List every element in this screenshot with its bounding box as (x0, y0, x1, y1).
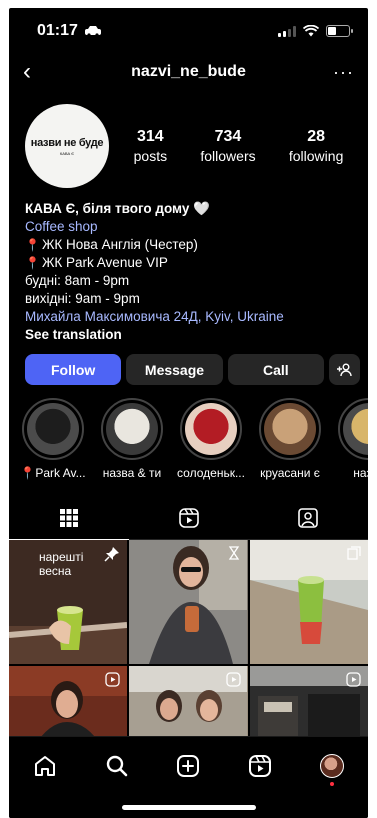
following-count: 28 (307, 128, 326, 145)
highlight-label: назва & ти (102, 466, 162, 480)
reels-icon (178, 507, 199, 528)
reel-icon (105, 672, 120, 687)
wifi-icon (303, 25, 319, 37)
bio-weekday-hours: будні: 8am - 9pm (25, 273, 130, 288)
profile-name: КАВА Є, біля твого дому 🤍 (25, 201, 210, 216)
bottom-navigation (9, 736, 368, 818)
add-person-button[interactable] (328, 354, 360, 385)
nav-profile[interactable] (317, 751, 347, 786)
nav-home[interactable] (30, 751, 60, 781)
back-icon[interactable]: ‹ (23, 60, 47, 84)
notification-dot (330, 782, 335, 786)
reels-icon (249, 755, 272, 777)
message-button[interactable]: Message (126, 354, 223, 385)
nav-search[interactable] (102, 751, 132, 781)
home-icon (34, 756, 55, 776)
posts-label: posts (133, 148, 168, 164)
highlight-label: назва (353, 466, 368, 480)
reel-icon (346, 672, 361, 687)
status-bar: 01:17 (9, 8, 368, 54)
tab-reels[interactable] (129, 496, 249, 539)
story-highlight[interactable]: назва & ти (100, 398, 164, 480)
profile-avatar[interactable]: назви не буде КАВА Є (25, 104, 109, 188)
highlight-cover (27, 403, 79, 455)
signal-icon (278, 25, 296, 37)
story-highlight[interactable]: круасани є (258, 398, 322, 480)
highlight-cover (106, 403, 158, 455)
search-icon (106, 755, 127, 777)
clip-icon (228, 546, 239, 560)
car-icon (84, 26, 101, 37)
nav-reels[interactable] (245, 751, 275, 781)
nav-create[interactable] (173, 751, 203, 781)
story-highlight[interactable]: солоденьк... (177, 398, 245, 480)
reel-icon (226, 672, 241, 687)
clock: 01:17 (37, 22, 78, 39)
grid-icon (59, 508, 78, 527)
see-translation-link[interactable]: See translation (25, 326, 352, 344)
story-highlight[interactable]: 📍Park Av... (20, 398, 86, 480)
highlight-label: 📍Park Av... (20, 466, 86, 480)
drink-illustration (9, 606, 127, 664)
highlight-ring (101, 398, 163, 460)
stat-posts[interactable]: 314 posts (134, 128, 167, 164)
highlight-ring (180, 398, 242, 460)
status-icons (278, 25, 353, 37)
followers-count: 734 (214, 128, 242, 145)
status-time: 01:17 (37, 22, 102, 40)
bio-location-2: ЖК Park Avenue VIP (41, 255, 168, 270)
followers-label: followers (200, 148, 256, 164)
highlight-ring (338, 398, 368, 460)
story-highlight[interactable]: назва (337, 398, 368, 480)
story-highlights: 📍Park Av... назва & ти солоденьк... круасан… (9, 385, 368, 480)
more-icon[interactable]: ··· (333, 62, 354, 83)
profile-bio: КАВА Є, біля твого дому 🤍 Coffee shop 📍 Ж… (9, 188, 368, 344)
avatar-logo-subtext: КАВА Є (59, 150, 75, 156)
tagged-icon (298, 507, 318, 528)
post-thumbnail[interactable]: нарешті весна (9, 540, 128, 664)
highlight-cover (264, 403, 316, 455)
phone-screen: 01:17 ‹ nazvi_ne_bude ··· назви не буде … (9, 8, 368, 818)
follow-button[interactable]: Follow (25, 354, 122, 385)
bio-line: 📍 ЖК Park Avenue VIP (25, 254, 352, 272)
posts-count: 314 (137, 128, 164, 145)
profile-summary: назви не буде КАВА Є 314 posts 734 follo… (9, 90, 368, 188)
home-indicator (121, 805, 256, 810)
posts-grid: нарешті весна (9, 540, 368, 748)
profile-category[interactable]: Coffee shop (25, 218, 352, 236)
profile-header: ‹ nazvi_ne_bude ··· (9, 54, 368, 90)
call-button[interactable]: Call (227, 354, 324, 385)
stat-following[interactable]: 28 following (289, 128, 343, 164)
bio-weekend-hours: вихідні: 9am - 9pm (25, 291, 140, 306)
action-buttons: Follow Message Call (9, 344, 368, 385)
highlight-label: солоденьк... (177, 466, 245, 480)
profile-tabs (9, 496, 368, 540)
add-person-icon (337, 363, 353, 376)
tab-posts-grid[interactable] (9, 496, 129, 540)
username-title: nazvi_ne_bude (131, 63, 246, 80)
post-thumbnail[interactable] (129, 540, 248, 664)
highlight-cover (185, 403, 237, 455)
following-label: following (288, 148, 344, 164)
battery-icon (326, 25, 353, 37)
highlight-label: круасани є (260, 466, 320, 480)
bio-location-1: ЖК Нова Англія (Честер) (41, 237, 198, 252)
highlight-ring (259, 398, 321, 460)
profile-stats: 314 posts 734 followers 28 following (109, 128, 360, 164)
carousel-icon (347, 546, 361, 560)
create-post-icon (177, 755, 200, 777)
pin-icon: 📍 (25, 256, 40, 270)
profile-avatar-icon (320, 754, 345, 778)
stat-followers[interactable]: 734 followers (200, 128, 255, 164)
post-thumbnail[interactable] (249, 540, 368, 664)
highlight-ring (22, 398, 84, 460)
avatar-logo-text: назви не буде (30, 136, 104, 149)
profile-address[interactable]: Михайла Максимовича 24Д, Kyiv, Ukraine (25, 308, 352, 326)
pin-icon: 📍 (25, 238, 40, 252)
tab-tagged[interactable] (248, 496, 368, 539)
bio-line: 📍 ЖК Нова Англія (Честер) (25, 236, 352, 254)
highlight-cover (343, 403, 368, 455)
